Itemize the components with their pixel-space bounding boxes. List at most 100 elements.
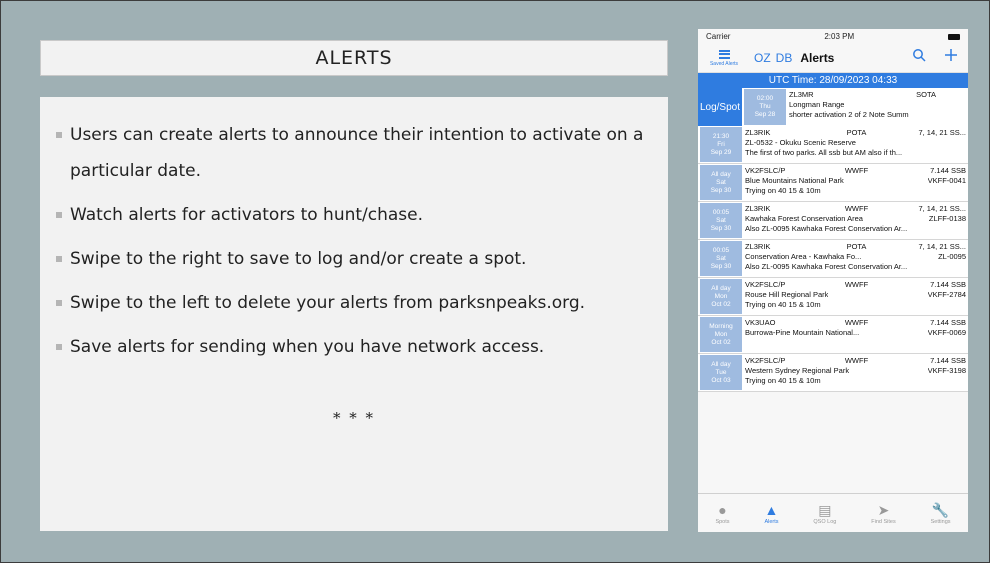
alert-reference: ZLFF-0138 xyxy=(928,214,966,223)
alert-when: All day Mon Oct 02 xyxy=(700,279,742,314)
alert-comment: Also ZL-0095 Kawhaka Forest Conservation… xyxy=(745,262,908,271)
alert-frequency: 7.144 SSB xyxy=(930,166,966,175)
alert-day: Thu xyxy=(759,103,771,110)
oz-button[interactable]: OZ xyxy=(754,51,771,65)
alert-day: Sat xyxy=(716,216,726,224)
tab-qso-log[interactable]: ▤ QSO Log xyxy=(813,502,836,525)
alert-day: Sat xyxy=(716,254,726,262)
alert-frequency: 7, 14, 21 SS... xyxy=(918,242,966,251)
alert-row[interactable]: All day Sat Sep 30 VK2FSLC/P WWFF 7.144 SSB Bl… xyxy=(698,164,968,202)
log-spot-action[interactable]: Log/Spot xyxy=(698,88,742,126)
alert-row[interactable]: 00:05 Sat Sep 30 ZL3RIK WWFF 7, 14, 21 SS... K… xyxy=(698,202,968,240)
alert-site-name: Kawhaka Forest Conservation Area xyxy=(745,214,863,223)
alert-time: All day xyxy=(711,170,731,178)
slide-footer: * * * xyxy=(332,409,376,427)
tab-settings[interactable]: 🔧 Settings xyxy=(931,502,951,525)
alert-site-name: Rouse Hill Regional Park xyxy=(745,290,829,299)
alert-reference: VKFF-2784 xyxy=(927,290,966,299)
plus-icon[interactable] xyxy=(944,48,958,67)
clock: 2:03 PM xyxy=(824,32,855,41)
alert-callsign: VK2FSLC/P xyxy=(745,280,786,289)
db-button[interactable]: DB xyxy=(776,51,793,65)
bullet-marker xyxy=(56,132,62,138)
alert-when: 00:05 Sat Sep 30 xyxy=(700,203,742,238)
alert-comment: Trying on 40 15 & 10m xyxy=(745,186,821,195)
log-spot-row[interactable]: Log/Spot 02:00 Thu Sep 28 ZL3MR SOTA Long… xyxy=(698,88,968,126)
bullet-item: Users can create alerts to announce thei… xyxy=(56,117,652,189)
alert-day: Tue xyxy=(715,368,727,376)
alert-when: 02:00 Thu Sep 28 xyxy=(744,89,786,125)
tab-label: Settings xyxy=(930,518,951,525)
bullet-item: Swipe to the left to delete your alerts … xyxy=(56,285,652,321)
wrench-icon: 🔧 xyxy=(931,501,950,518)
alert-info: VK2FSLC/P WWFF 7.144 SSB Western Sydney Reg… xyxy=(744,354,968,391)
bullet-text: Users can create alerts to announce thei… xyxy=(70,125,644,181)
alert-list: 21:30 Fri Sep 29 ZL3RIK POTA 7, 14, 21 SS... Z… xyxy=(698,126,968,392)
alert-time: All day xyxy=(711,284,731,292)
alert-comment: Trying on 40 15 & 10m xyxy=(745,300,821,309)
slide-title: ALERTS xyxy=(315,47,393,69)
alert-program: WWFF xyxy=(844,204,869,213)
alert-program: WWFF xyxy=(844,280,869,289)
alert-callsign: ZL3RIK xyxy=(745,128,771,137)
saved-alerts-label: Saved Alerts xyxy=(709,60,739,67)
alert-comment: Trying on 40 15 & 10m xyxy=(745,376,821,385)
alert-callsign: VK3UAO xyxy=(745,318,776,327)
tab-spots[interactable]: ● Spots xyxy=(715,502,729,525)
alert-when: Morning Mon Oct 02 xyxy=(700,317,742,352)
carrier-label: Carrier xyxy=(706,32,731,41)
alert-reference: VKFF-0041 xyxy=(927,176,966,185)
alert-date: Sep 28 xyxy=(754,111,776,118)
alert-when: 21:30 Fri Sep 29 xyxy=(700,127,742,162)
alert-when: All day Sat Sep 30 xyxy=(700,165,742,200)
slide-content: Users can create alerts to announce thei… xyxy=(40,97,668,531)
bullet-text: Swipe to the left to delete your alerts … xyxy=(70,293,586,313)
bullet-item: Save alerts for sending when you have ne… xyxy=(56,329,652,365)
search-icon[interactable] xyxy=(912,48,926,67)
alert-program: WWFF xyxy=(844,166,869,175)
alert-date: Sep 29 xyxy=(710,148,732,156)
tab-find-sites[interactable]: ➤ Find Sites xyxy=(871,502,895,525)
alert-info: ZL3RIK POTA 7, 14, 21 SS... Conservation Ar… xyxy=(744,240,968,277)
bullet-text: Save alerts for sending when you have ne… xyxy=(70,337,545,357)
alert-info: ZL3RIK POTA 7, 14, 21 SS... ZL-0532 - Okuku… xyxy=(744,126,968,163)
alert-info: VK2FSLC/P WWFF 7.144 SSB Rouse Hill Regiona… xyxy=(744,278,968,315)
alert-site-name: Western Sydney Regional Park xyxy=(745,366,850,375)
alert-row[interactable]: All day Tue Oct 03 VK2FSLC/P WWFF 7.144 SSB We… xyxy=(698,354,968,392)
utc-time-banner: UTC Time: 28/09/2023 04:33 xyxy=(698,72,968,88)
alert-date: Oct 02 xyxy=(711,300,731,308)
alert-program: POTA xyxy=(846,128,867,137)
saved-alerts-button[interactable]: Saved Alerts xyxy=(704,49,744,67)
alert-frequency: 7.144 SSB xyxy=(930,280,966,289)
alert-program: POTA xyxy=(846,242,867,251)
alert-row[interactable]: Morning Mon Oct 02 VK3UAO WWFF 7.144 SSB Burro… xyxy=(698,316,968,354)
location-icon: ➤ xyxy=(877,501,890,518)
alert-callsign: VK2FSLC/P xyxy=(745,166,786,175)
spots-icon: ● xyxy=(718,501,727,518)
alert-comment: shorter activation 2 of 2 Note Summ xyxy=(789,110,909,119)
phone-screenshot: Carrier 2:03 PM Saved Alerts OZ DB Alert… xyxy=(698,29,968,532)
bullet-text: Watch alerts for activators to hunt/chas… xyxy=(70,205,424,225)
tab-alerts[interactable]: ▲ Alerts xyxy=(764,502,778,525)
log-icon: ▤ xyxy=(818,501,832,518)
alert-time: All day xyxy=(711,360,731,368)
swiped-alert-card[interactable]: 02:00 Thu Sep 28 ZL3MR SOTA Longman Range… xyxy=(742,88,968,126)
alert-row[interactable]: All day Mon Oct 02 VK2FSLC/P WWFF 7.144 SSB Ro… xyxy=(698,278,968,316)
alert-info: VK2FSLC/P WWFF 7.144 SSB Blue Mountains Nat… xyxy=(744,164,968,201)
alert-frequency: 7.144 SSB xyxy=(930,356,966,365)
alert-site-name: Burrowa-Pine Mountain National... xyxy=(745,328,860,337)
bullet-marker xyxy=(56,256,62,262)
alert-when: 00:05 Sat Sep 30 xyxy=(700,241,742,276)
alert-info: VK3UAO WWFF 7.144 SSB Burrowa-Pine Mountain… xyxy=(744,316,968,353)
alert-day: Sat xyxy=(716,178,726,186)
alert-program: WWFF xyxy=(844,318,869,327)
alert-row[interactable]: 00:05 Sat Sep 30 ZL3RIK POTA 7, 14, 21 SS... C… xyxy=(698,240,968,278)
slide-title-bar: ALERTS xyxy=(40,40,668,76)
alert-callsign: VK2FSLC/P xyxy=(745,356,786,365)
alert-reference: VKFF-3198 xyxy=(927,366,966,375)
tab-label: Find Sites xyxy=(871,518,896,525)
alert-row[interactable]: 21:30 Fri Sep 29 ZL3RIK POTA 7, 14, 21 SS... Z… xyxy=(698,126,968,164)
tab-label: Alerts xyxy=(764,518,779,525)
alert-date: Sep 30 xyxy=(710,186,732,194)
slide: ALERTS Users can create alerts to announ… xyxy=(0,0,990,563)
